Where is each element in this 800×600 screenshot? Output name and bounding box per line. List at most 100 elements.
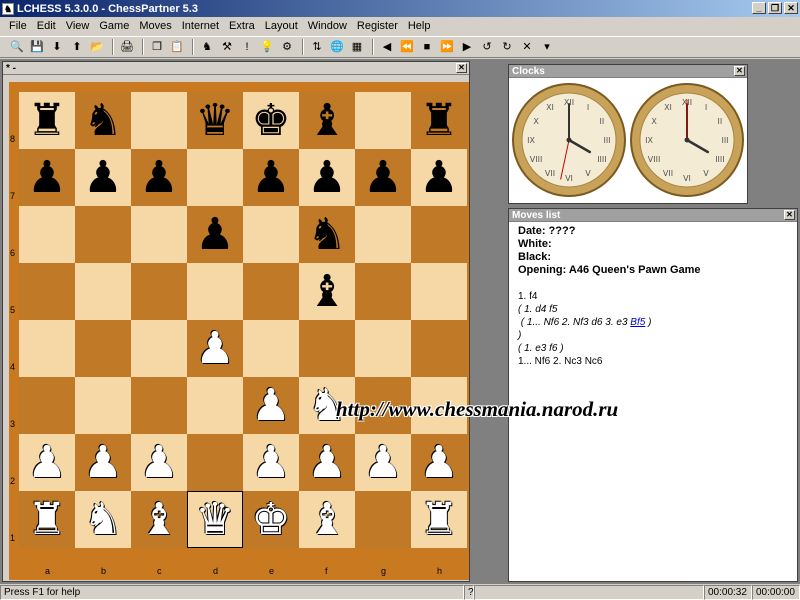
black-queen-icon[interactable]: ♛ <box>195 98 234 143</box>
square-g6[interactable] <box>355 206 411 263</box>
move-line[interactable]: 1. f4 <box>518 290 788 303</box>
square-d3[interactable] <box>187 377 243 434</box>
menu-register[interactable]: Register <box>352 20 403 32</box>
copy-icon[interactable]: ❐ <box>148 38 166 56</box>
square-e8[interactable]: ♚ <box>243 92 299 149</box>
menu-internet[interactable]: Internet <box>177 20 224 32</box>
delete-icon[interactable]: ✕ <box>518 38 536 56</box>
square-b5[interactable] <box>75 263 131 320</box>
black-bishop-icon[interactable]: ♝ <box>307 269 346 314</box>
square-a8[interactable]: ♜ <box>19 92 75 149</box>
analysis-icon[interactable]: ⚒ <box>218 38 236 56</box>
moves-titlebar[interactable]: Moves list ✕ <box>509 209 797 222</box>
square-d5[interactable] <box>187 263 243 320</box>
square-c8[interactable] <box>131 92 187 149</box>
square-e2[interactable]: ♟ <box>243 434 299 491</box>
square-g2[interactable]: ♟ <box>355 434 411 491</box>
menu-edit[interactable]: Edit <box>32 20 61 32</box>
paste-icon[interactable]: 📋 <box>168 38 186 56</box>
white-knight-icon[interactable]: ♞ <box>83 497 122 542</box>
square-a6[interactable] <box>19 206 75 263</box>
square-d6[interactable]: ♟ <box>187 206 243 263</box>
white-pawn-icon[interactable]: ♟ <box>251 440 290 485</box>
move-line[interactable]: 1... Nf6 2. Nc3 Nc6 <box>518 355 788 368</box>
variation-line[interactable]: ( 1. e3 f6 ) <box>518 342 788 355</box>
last-move-icon[interactable]: ▶ <box>458 38 476 56</box>
current-move-link[interactable]: Bf5 <box>630 317 645 328</box>
menu-window[interactable]: Window <box>303 20 352 32</box>
flip-board-icon[interactable]: ⇅ <box>308 38 326 56</box>
white-queen-icon[interactable]: ♛ <box>195 497 234 542</box>
minimize-button[interactable]: _ <box>752 2 766 14</box>
square-f1[interactable]: ♝ <box>299 491 355 548</box>
save-icon[interactable]: 💾 <box>28 38 46 56</box>
menu-moves[interactable]: Moves <box>134 20 176 32</box>
black-pawn-icon[interactable]: ♟ <box>195 212 234 257</box>
square-d8[interactable]: ♛ <box>187 92 243 149</box>
square-h5[interactable] <box>411 263 467 320</box>
square-g5[interactable] <box>355 263 411 320</box>
exclaim-icon[interactable]: ! <box>238 38 256 56</box>
first-move-icon[interactable]: ◀ <box>378 38 396 56</box>
white-king-icon[interactable]: ♚ <box>251 497 290 542</box>
square-c3[interactable] <box>131 377 187 434</box>
square-g8[interactable] <box>355 92 411 149</box>
undo-icon[interactable]: ↺ <box>478 38 496 56</box>
square-c2[interactable]: ♟ <box>131 434 187 491</box>
square-e1[interactable]: ♚ <box>243 491 299 548</box>
white-pawn-icon[interactable]: ♟ <box>419 440 458 485</box>
white-rook-icon[interactable]: ♜ <box>419 497 458 542</box>
stop-icon[interactable]: ■ <box>418 38 436 56</box>
square-f6[interactable]: ♞ <box>299 206 355 263</box>
square-b3[interactable] <box>75 377 131 434</box>
square-h2[interactable]: ♟ <box>411 434 467 491</box>
print-icon[interactable]: 🖨 <box>118 38 136 56</box>
white-pawn-icon[interactable]: ♟ <box>83 440 122 485</box>
black-pawn-icon[interactable]: ♟ <box>307 155 346 200</box>
square-d1[interactable]: ♛ <box>187 491 243 548</box>
square-b4[interactable] <box>75 320 131 377</box>
square-c1[interactable]: ♝ <box>131 491 187 548</box>
square-b6[interactable] <box>75 206 131 263</box>
black-pawn-icon[interactable]: ♟ <box>27 155 66 200</box>
redo-icon[interactable]: ↻ <box>498 38 516 56</box>
clocks-titlebar[interactable]: Clocks ✕ <box>509 65 747 78</box>
hint-icon[interactable]: 💡 <box>258 38 276 56</box>
square-b7[interactable]: ♟ <box>75 149 131 206</box>
square-h6[interactable] <box>411 206 467 263</box>
black-rook-icon[interactable]: ♜ <box>419 98 458 143</box>
square-d2[interactable] <box>187 434 243 491</box>
board-setup-icon[interactable]: ♞ <box>198 38 216 56</box>
square-a3[interactable] <box>19 377 75 434</box>
square-f7[interactable]: ♟ <box>299 149 355 206</box>
white-pawn-icon[interactable]: ♟ <box>251 383 290 428</box>
square-f4[interactable] <box>299 320 355 377</box>
square-e3[interactable]: ♟ <box>243 377 299 434</box>
square-a4[interactable] <box>19 320 75 377</box>
square-b2[interactable]: ♟ <box>75 434 131 491</box>
square-c6[interactable] <box>131 206 187 263</box>
square-h1[interactable]: ♜ <box>411 491 467 548</box>
black-pawn-icon[interactable]: ♟ <box>139 155 178 200</box>
square-h7[interactable]: ♟ <box>411 149 467 206</box>
black-king-icon[interactable]: ♚ <box>251 98 290 143</box>
globe-icon[interactable]: 🌐 <box>328 38 346 56</box>
square-g4[interactable] <box>355 320 411 377</box>
white-pawn-icon[interactable]: ♟ <box>27 440 66 485</box>
open-folder-icon[interactable]: 📂 <box>88 38 106 56</box>
square-f2[interactable]: ♟ <box>299 434 355 491</box>
square-c4[interactable] <box>131 320 187 377</box>
moves-content[interactable]: Date: ???? White: Black: Opening: A46 Qu… <box>509 222 797 371</box>
white-pawn-icon[interactable]: ♟ <box>195 326 234 371</box>
white-pawn-icon[interactable]: ♟ <box>307 440 346 485</box>
white-pawn-icon[interactable]: ♟ <box>363 440 402 485</box>
back-icon[interactable]: ⏪ <box>398 38 416 56</box>
chess-board[interactable]: ♜ ♞ ♛ ♚ ♝ ♜ ♟ ♟ ♟ ♟ ♟ ♟ ♟ ♟ ♞ ♝ ♟ ♟ ♞ ♟ ♟ ♟ ♟ ♟ ♟ ♟ ♜ ♞ ♝ ♛ ♚ ♝ ♜ <box>19 92 467 548</box>
menu-layout[interactable]: Layout <box>260 20 303 32</box>
square-a2[interactable]: ♟ <box>19 434 75 491</box>
white-bishop-icon[interactable]: ♝ <box>307 497 346 542</box>
square-h4[interactable] <box>411 320 467 377</box>
black-pawn-icon[interactable]: ♟ <box>419 155 458 200</box>
square-c7[interactable]: ♟ <box>131 149 187 206</box>
square-b8[interactable]: ♞ <box>75 92 131 149</box>
